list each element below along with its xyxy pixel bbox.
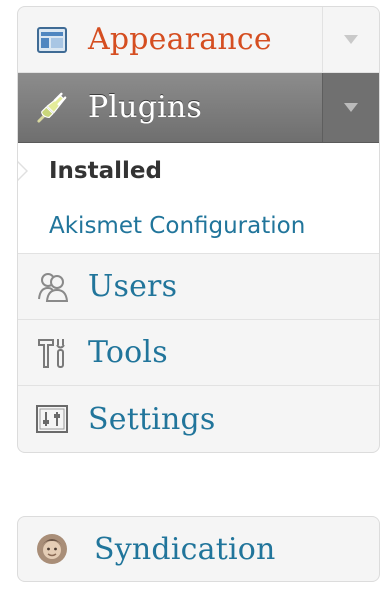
plugins-submenu: Installed Akismet Configuration bbox=[18, 143, 379, 254]
plugins-toggle[interactable] bbox=[322, 73, 379, 142]
appearance-icon bbox=[36, 24, 68, 56]
menu-item-label: Plugins bbox=[88, 90, 203, 125]
users-icon bbox=[36, 271, 68, 303]
menu-item-tools[interactable]: Tools bbox=[18, 320, 379, 386]
menu-item-label: Tools bbox=[88, 335, 168, 370]
settings-icon bbox=[36, 403, 68, 435]
menu-item-label: Appearance bbox=[88, 22, 272, 57]
submenu-item-installed[interactable]: Installed bbox=[18, 143, 379, 199]
menu-item-label: Syndication bbox=[94, 531, 276, 567]
menu-item-appearance[interactable]: Appearance bbox=[18, 7, 379, 73]
menu-item-settings[interactable]: Settings bbox=[18, 386, 379, 452]
menu-item-syndication[interactable]: Syndication bbox=[18, 517, 379, 581]
chevron-down-icon bbox=[344, 103, 358, 112]
menu-item-label: Settings bbox=[88, 401, 216, 437]
plugin-icon bbox=[36, 92, 68, 124]
menu-item-label: Users bbox=[88, 269, 178, 304]
appearance-toggle[interactable] bbox=[322, 7, 379, 72]
admin-menu-secondary: Syndication bbox=[17, 516, 380, 582]
syndication-avatar-icon bbox=[36, 533, 68, 565]
chevron-down-icon bbox=[344, 35, 358, 44]
admin-menu: Appearance Plugins Installed Akismet Con… bbox=[17, 6, 380, 453]
tools-icon bbox=[36, 337, 68, 369]
menu-item-plugins[interactable]: Plugins bbox=[18, 73, 379, 143]
current-item-arrow-icon bbox=[18, 161, 28, 181]
submenu-item-akismet-configuration[interactable]: Akismet Configuration bbox=[18, 199, 379, 253]
menu-item-users[interactable]: Users bbox=[18, 254, 379, 320]
